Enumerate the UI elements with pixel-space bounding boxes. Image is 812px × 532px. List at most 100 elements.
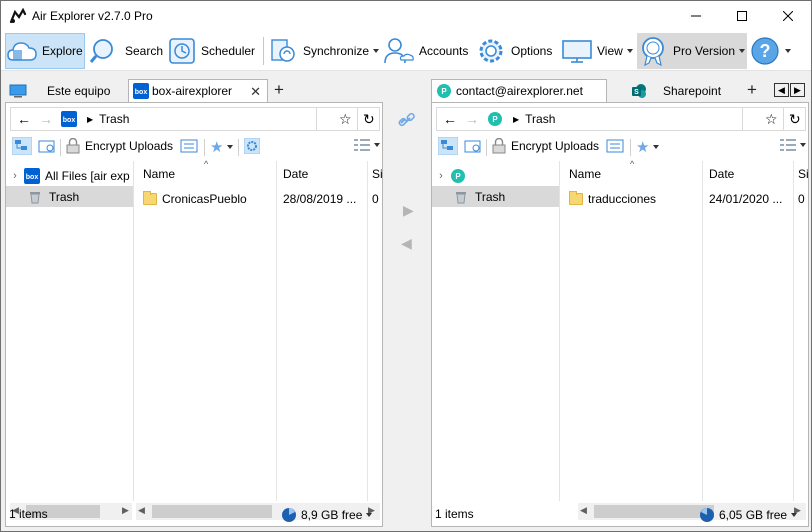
table-row[interactable]: CronicasPueblo 28/08/2019 ... 0	[143, 190, 381, 208]
column-divider[interactable]	[793, 161, 794, 501]
tab-este-equipo[interactable]: Este equipo	[5, 79, 125, 102]
add-tab-button[interactable]: +	[747, 80, 757, 100]
back-arrow-icon[interactable]: ←	[17, 111, 31, 127]
lock-icon	[66, 138, 80, 154]
star-icon: ★	[636, 139, 650, 156]
breadcrumb[interactable]: ▶ Trash	[513, 112, 555, 126]
close-button[interactable]	[765, 1, 811, 31]
help-button[interactable]: ?	[749, 33, 791, 69]
column-header-size[interactable]: Si	[372, 167, 383, 181]
minimize-button[interactable]	[673, 1, 719, 31]
pro-version-button[interactable]: Pro Version	[637, 33, 747, 69]
tree-item-trash[interactable]: Trash	[432, 186, 559, 207]
column-divider[interactable]	[276, 161, 277, 501]
lock-icon	[492, 138, 506, 154]
synchronize-button[interactable]: Synchronize	[269, 33, 381, 69]
file-name: traducciones	[588, 192, 657, 206]
divider	[238, 139, 239, 156]
help-icon: ?	[751, 37, 779, 65]
pcloud-logo-icon: P	[488, 112, 502, 126]
column-header-name[interactable]: Name	[569, 167, 601, 181]
encrypt-uploads-toggle[interactable]: Encrypt Uploads	[66, 138, 173, 154]
table-row[interactable]: traducciones 24/01/2020 ... 0	[569, 190, 807, 208]
column-divider[interactable]	[367, 161, 368, 501]
tree-item-label: Trash	[475, 189, 506, 204]
close-tab-icon[interactable]: ✕	[250, 84, 261, 100]
favorite-star-icon[interactable]: ☆	[339, 111, 352, 128]
tab-contact-airexplorer[interactable]: P contact@airexplorer.net	[431, 79, 607, 102]
main-toolbar: Explore Search Scheduler Synchronize Acc…	[1, 31, 811, 71]
scroll-tabs-left-button[interactable]: ◀	[774, 83, 789, 97]
column-header-date[interactable]: Date	[283, 167, 308, 181]
chevron-right-icon: ▶	[87, 114, 94, 124]
svg-text:S: S	[634, 89, 639, 96]
favorites-dropdown[interactable]: ★	[210, 138, 234, 156]
breadcrumb[interactable]: ▶ Trash	[87, 112, 129, 126]
chevron-right-icon: ▶	[513, 114, 520, 124]
free-space-dropdown[interactable]: 6,05 GB free	[699, 507, 798, 523]
search-button[interactable]: Search	[89, 33, 163, 69]
tab-box-airexplorer[interactable]: box box-airexplorer ✕	[128, 79, 268, 102]
encrypt-uploads-toggle[interactable]: Encrypt Uploads	[492, 138, 599, 154]
svg-text:box: box	[135, 89, 148, 96]
tree-item-all-files[interactable]: › box All Files [air exp	[6, 165, 133, 186]
favorites-dropdown[interactable]: ★	[636, 138, 660, 156]
tree-item-trash[interactable]: Trash	[6, 186, 133, 207]
column-header-name[interactable]: Name	[143, 167, 175, 181]
left-options-bar: Encrypt Uploads ★	[10, 135, 380, 159]
right-folder-tree: › P Trash	[432, 161, 560, 501]
chevron-right-icon: ›	[439, 169, 443, 182]
cloud-icon	[7, 42, 37, 61]
star-icon: ★	[210, 139, 224, 156]
copy-right-arrow-icon[interactable]: ▶	[403, 202, 414, 219]
tree-view-icon[interactable]	[438, 137, 458, 155]
tab-label: Este equipo	[47, 83, 111, 98]
folder-icon	[569, 191, 583, 205]
options-label: Options	[511, 44, 553, 58]
refresh-icon[interactable]: ↻	[363, 111, 375, 128]
explore-button[interactable]: Explore	[5, 33, 85, 69]
left-tab-strip: Este equipo box box-airexplorer ✕ +	[5, 79, 383, 102]
free-space-dropdown[interactable]: 8,9 GB free	[281, 507, 373, 523]
copy-left-arrow-icon[interactable]: ◀	[401, 235, 412, 252]
chevron-down-icon	[800, 143, 806, 147]
title-bar: Air Explorer v2.7.0 Pro	[1, 1, 811, 31]
filter-icon[interactable]	[180, 138, 198, 154]
folder-view-icon[interactable]	[464, 138, 482, 154]
maximize-button[interactable]	[719, 1, 765, 31]
tree-view-icon[interactable]	[12, 137, 32, 155]
tab-label: contact@airexplorer.net	[456, 84, 583, 98]
folder-view-icon[interactable]	[38, 138, 56, 154]
column-header-date[interactable]: Date	[709, 167, 734, 181]
refresh-icon[interactable]: ↻	[789, 111, 801, 128]
accounts-button[interactable]: Accounts	[383, 33, 473, 69]
tab-sharepoint[interactable]: S Sharepoint	[627, 79, 747, 102]
options-button[interactable]: Options	[475, 33, 559, 69]
column-divider[interactable]	[702, 161, 703, 501]
link-panels-icon[interactable]	[397, 111, 417, 129]
scroll-tabs-right-button[interactable]: ▶	[790, 83, 805, 97]
chevron-down-icon	[366, 513, 373, 517]
tree-item-root[interactable]: › P	[432, 165, 559, 186]
right-panel-body: ← → P ▶ Trash ☆ ↻ Encrypt Uploads ★ › P …	[431, 102, 809, 527]
column-layout-dropdown[interactable]	[354, 138, 380, 152]
left-content: › box All Files [air exp Trash ^ Name Da…	[6, 159, 383, 501]
back-arrow-icon[interactable]: ←	[443, 111, 457, 127]
scheduler-button[interactable]: Scheduler	[167, 33, 257, 69]
forward-arrow-icon[interactable]: →	[39, 111, 53, 127]
maximize-icon	[737, 11, 747, 21]
chevron-down-icon	[626, 49, 633, 53]
app-window: Air Explorer v2.7.0 Pro Explore Search S…	[0, 0, 812, 532]
view-button[interactable]: View	[561, 33, 635, 69]
column-header-size[interactable]: Si	[798, 167, 809, 181]
column-layout-dropdown[interactable]	[780, 138, 806, 152]
filter-icon[interactable]	[606, 138, 624, 154]
right-content: › P Trash ^ Name Date Si traducciones 24…	[432, 159, 809, 501]
item-count: 1 items	[9, 507, 48, 521]
settings-small-icon[interactable]	[244, 138, 260, 154]
pcloud-logo-icon: P	[437, 84, 451, 98]
divider	[742, 108, 743, 130]
forward-arrow-icon[interactable]: →	[465, 111, 479, 127]
favorite-star-icon[interactable]: ☆	[765, 111, 778, 128]
add-tab-button[interactable]: +	[274, 80, 284, 100]
